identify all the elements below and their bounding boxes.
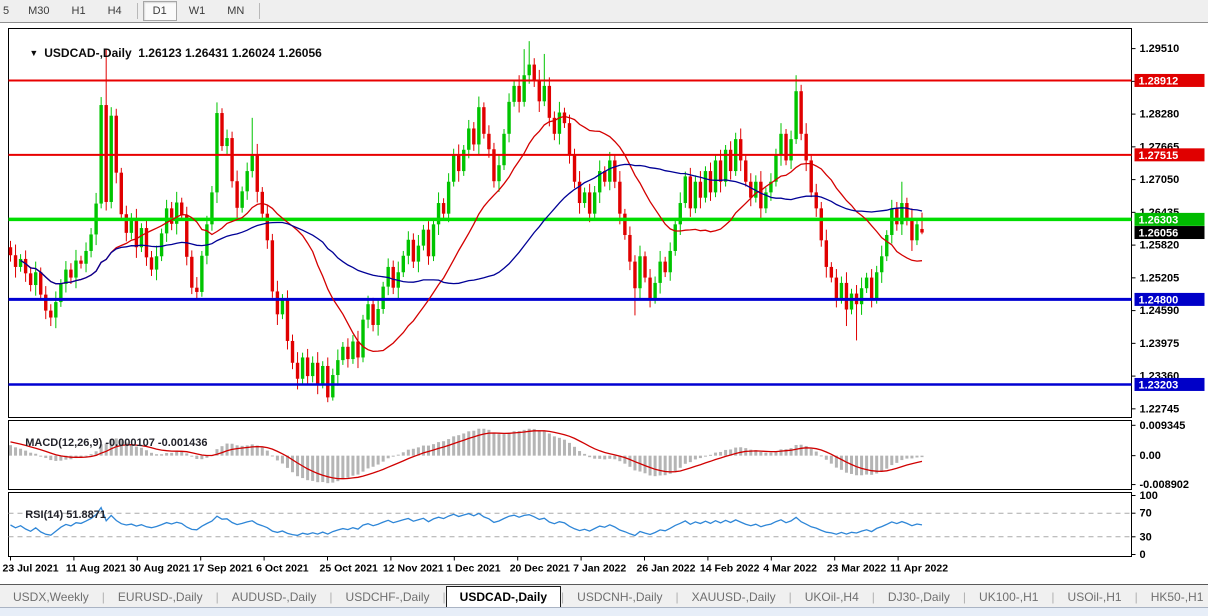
svg-text:14 Feb 2022: 14 Feb 2022	[700, 563, 760, 575]
axis-price-label: 1.26303	[1135, 213, 1205, 227]
timeframe-button-5[interactable]: 5	[1, 1, 16, 21]
axis-price-label: 1.23203	[1135, 378, 1205, 392]
axis-price-label: 1.26056	[1135, 226, 1205, 240]
tab-usoil-h1[interactable]: USOil-,H1	[1055, 588, 1135, 607]
svg-text:7 Jan 2022: 7 Jan 2022	[573, 563, 626, 575]
tab-usdx-weekly[interactable]: USDX,Weekly	[0, 588, 102, 607]
svg-text:11 Aug 2021: 11 Aug 2021	[66, 563, 126, 575]
svg-text:12 Nov 2021: 12 Nov 2021	[383, 563, 444, 575]
rsi-label-text: RSI(14)	[25, 509, 63, 521]
svg-text:1.24800: 1.24800	[1139, 294, 1179, 306]
svg-text:1.29510: 1.29510	[1140, 43, 1180, 55]
timeframe-button-h1[interactable]: H1	[62, 1, 96, 21]
toolbar-separator	[137, 3, 138, 19]
macd-label-text: MACD(12,26,9)	[25, 437, 102, 449]
svg-text:1.23975: 1.23975	[1140, 338, 1180, 350]
svg-text:0: 0	[1140, 549, 1146, 561]
svg-text:1.28912: 1.28912	[1139, 75, 1179, 87]
toolbar-separator	[259, 3, 260, 19]
svg-text:23 Mar 2022: 23 Mar 2022	[827, 563, 887, 575]
rsi-value-text: 51.8871	[66, 509, 106, 521]
svg-text:1.25820: 1.25820	[1140, 240, 1180, 252]
axis-price-label: 1.28912	[1135, 74, 1205, 88]
tab-usdcnh-daily[interactable]: USDCNH-,Daily	[564, 588, 675, 607]
chart-symbol-label: USDCAD-,Daily	[44, 46, 131, 60]
chart-canvas[interactable]: 1.295101.288951.282801.276651.270501.264…	[0, 23, 1208, 583]
tab-audusd-daily[interactable]: AUDUSD-,Daily	[219, 588, 330, 607]
tab-hk50-h1[interactable]: HK50-,H1	[1138, 588, 1208, 607]
timeframe-button-h4[interactable]: H4	[98, 1, 132, 21]
rsi-indicator-label: RSI(14) 51.8871	[13, 497, 106, 533]
macd-axis: 0.0093450.00-0.008902	[1132, 420, 1190, 491]
svg-text:23 Jul 2021: 23 Jul 2021	[3, 563, 59, 575]
svg-text:26 Jan 2022: 26 Jan 2022	[637, 563, 696, 575]
svg-text:6 Oct 2021: 6 Oct 2021	[256, 563, 309, 575]
timeframe-toolbar: 5M30H1H4 D1W1MN	[0, 0, 1208, 23]
svg-text:1.26303: 1.26303	[1139, 214, 1179, 226]
tab-xauusd-daily[interactable]: XAUUSD-,Daily	[679, 588, 789, 607]
date-axis: 23 Jul 2021 11 Aug 202130 Aug 202117 Sep …	[3, 557, 949, 575]
svg-text:25 Oct 2021: 25 Oct 2021	[320, 563, 379, 575]
svg-text:0.009345: 0.009345	[1140, 420, 1186, 432]
svg-text:0.00: 0.00	[1140, 450, 1161, 462]
rsi-axis: 100 70 30 0	[1132, 490, 1158, 561]
svg-text:17 Sep 2021: 17 Sep 2021	[193, 563, 253, 575]
tab-ukoil-h4[interactable]: UKOil-,H4	[792, 588, 872, 607]
svg-text:1.25205: 1.25205	[1140, 272, 1180, 284]
tab-usdcad-daily[interactable]: USDCAD-,Daily	[446, 586, 561, 607]
timeframe-button-m30[interactable]: M30	[18, 1, 59, 21]
axis-price-label: 1.24800	[1135, 293, 1205, 307]
svg-text:1.27515: 1.27515	[1139, 150, 1179, 162]
svg-text:1.22745: 1.22745	[1140, 403, 1180, 415]
axis-price-label: 1.27515	[1135, 148, 1205, 162]
timeframe-button-mn[interactable]: MN	[217, 1, 254, 21]
svg-text:70: 70	[1140, 508, 1152, 520]
macd-values-text: -0.000107 -0.001436	[105, 437, 207, 449]
timeframe-button-d1[interactable]: D1	[143, 1, 177, 21]
svg-text:11 Apr 2022: 11 Apr 2022	[890, 563, 948, 575]
svg-text:30: 30	[1140, 531, 1152, 543]
svg-text:1.28280: 1.28280	[1140, 109, 1180, 121]
svg-text:1.23203: 1.23203	[1139, 379, 1179, 391]
svg-text:30 Aug 2021: 30 Aug 2021	[129, 563, 190, 575]
svg-text:1.27050: 1.27050	[1140, 174, 1180, 186]
svg-text:4 Mar 2022: 4 Mar 2022	[763, 563, 817, 575]
svg-text:1.26056: 1.26056	[1139, 228, 1179, 240]
tab-dj30-daily[interactable]: DJ30-,Daily	[875, 588, 963, 607]
macd-indicator-label: MACD(12,26,9) -0.000107 -0.001436	[13, 425, 207, 461]
tab-usdchf-daily[interactable]: USDCHF-,Daily	[333, 588, 443, 607]
timeframe-button-w1[interactable]: W1	[179, 1, 216, 21]
rsi-pane	[9, 493, 1132, 557]
symbol-dropdown-icon[interactable]: ▼	[29, 48, 38, 58]
svg-text:1 Dec 2021: 1 Dec 2021	[446, 563, 500, 575]
tab-eurusd-daily[interactable]: EURUSD-,Daily	[105, 588, 216, 607]
symbol-tabbar: USDX,Weekly|EURUSD-,Daily|AUDUSD-,Daily|…	[0, 584, 1208, 607]
chart-title: ▼ USDCAD-,Daily 1.26123 1.26431 1.26024 1…	[16, 32, 322, 74]
tab-uk100-h1[interactable]: UK100-,H1	[966, 588, 1051, 607]
chart-ohlc-values: 1.26123 1.26431 1.26024 1.26056	[138, 46, 322, 60]
svg-text:100: 100	[1140, 490, 1158, 502]
svg-text:20 Dec 2021: 20 Dec 2021	[510, 563, 570, 575]
chart-window[interactable]: 1.295101.288951.282801.276651.270501.264…	[0, 23, 1208, 583]
svg-text:1.24590: 1.24590	[1140, 305, 1180, 317]
